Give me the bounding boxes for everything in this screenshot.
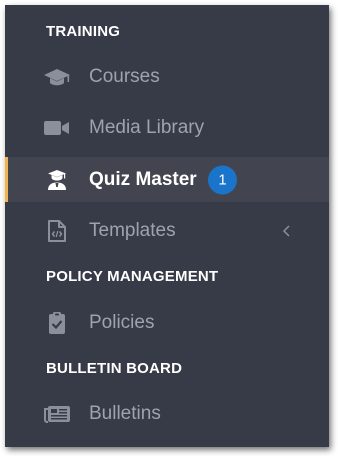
user-graduate-icon — [43, 169, 71, 191]
sidebar-item-label: Bulletins — [89, 402, 161, 424]
sidebar-item-label: Templates — [89, 219, 176, 241]
sidebar-item-templates[interactable]: Templates — [5, 208, 329, 253]
notification-badge: 1 — [208, 165, 237, 194]
clipboard-check-icon — [43, 311, 71, 334]
sidebar-nav: TRAINING Courses Media Library Quiz Mast… — [5, 5, 329, 447]
sidebar-item-quiz-master[interactable]: Quiz Master 1 — [5, 157, 329, 202]
file-code-icon — [43, 219, 71, 242]
section-title-policy-management: POLICY MANAGEMENT — [46, 268, 219, 285]
sidebar-item-courses[interactable]: Courses — [5, 54, 329, 99]
section-title-training: TRAINING — [46, 23, 121, 40]
active-indicator — [5, 157, 8, 202]
graduation-cap-icon — [43, 66, 71, 88]
video-camera-icon — [43, 117, 71, 139]
section-title-bulletin-board: BULLETIN BOARD — [46, 360, 183, 377]
sidebar-item-bulletins[interactable]: Bulletins — [5, 391, 329, 436]
newspaper-icon — [43, 403, 71, 425]
sidebar-item-label: Media Library — [89, 116, 205, 138]
sidebar-item-label: Courses — [89, 65, 160, 87]
sidebar-item-media-library[interactable]: Media Library — [5, 105, 329, 150]
sidebar-item-label: Policies — [89, 311, 155, 333]
sidebar-item-policies[interactable]: Policies — [5, 300, 329, 345]
sidebar-item-label: Quiz Master — [89, 168, 197, 190]
chevron-left-icon[interactable] — [281, 224, 293, 238]
